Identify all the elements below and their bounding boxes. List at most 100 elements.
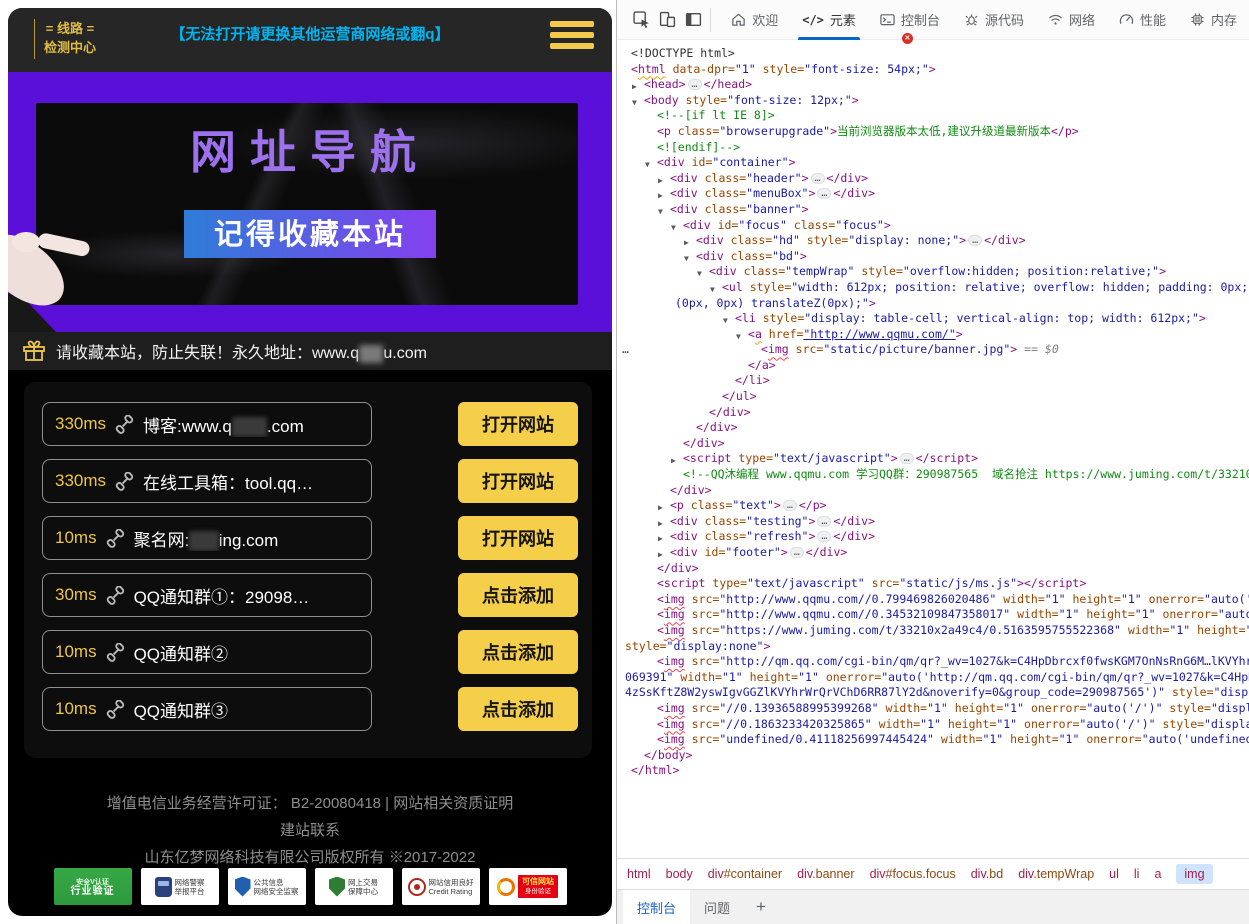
code-line[interactable]: ▶<div id="footer">…</div> xyxy=(617,545,1249,561)
node-menu-icon[interactable]: … xyxy=(622,342,630,358)
open-site-button[interactable]: 点击添加 xyxy=(458,573,578,617)
code-line[interactable]: ▼<div id="focus" class="focus"> xyxy=(617,218,1249,234)
code-line[interactable]: <img src="https://www.juming.com/t/33210… xyxy=(617,623,1249,639)
code-line[interactable]: <script type="text/javascript" src="stat… xyxy=(617,576,1249,592)
green-shield-badge[interactable]: 网上交易保障中心 xyxy=(315,868,393,905)
breadcrumb-item[interactable]: body xyxy=(666,867,693,881)
code-line[interactable]: </div> xyxy=(617,420,1249,436)
code-line[interactable]: </div> xyxy=(617,405,1249,421)
code-line[interactable]: <p class="browserupgrade">当前浏览器版本太低,建议升级… xyxy=(617,124,1249,140)
code-line[interactable]: <!DOCTYPE html> xyxy=(617,46,1249,62)
code-line[interactable]: </ul> xyxy=(617,389,1249,405)
code-line[interactable]: ▶<p class="text">…</p> xyxy=(617,498,1249,514)
link-box[interactable]: 330ms博客:www.qqmu.com xyxy=(42,402,372,446)
breadcrumb-item[interactable]: a xyxy=(1154,867,1161,881)
tab-sources[interactable]: 源代码 xyxy=(952,0,1036,40)
code-line[interactable]: </body> xyxy=(617,748,1249,764)
code-line[interactable]: …<img src="static/picture/banner.jpg"> =… xyxy=(617,342,1249,358)
code-line[interactable]: <img src="undefined/0.41118256997445424"… xyxy=(617,732,1249,748)
link-box[interactable]: 10msQQ通知群② xyxy=(42,630,372,674)
breadcrumb-item[interactable]: html xyxy=(627,867,651,881)
breadcrumb-item[interactable]: li xyxy=(1134,867,1140,881)
link-box[interactable]: 330ms在线工具箱：tool.qq… xyxy=(42,459,372,503)
footer-contact[interactable]: 建站联系 xyxy=(8,817,612,844)
breadcrumb: html body div#container div.banner div#focus… xyxy=(617,858,1249,889)
breadcrumb-item[interactable]: div.banner xyxy=(797,867,854,881)
link-box[interactable]: 10msQQ通知群③ xyxy=(42,687,372,731)
link-label: QQ通知群③ xyxy=(134,697,228,722)
code-line[interactable]: <img src="http://www.qqmu.com//0.3453210… xyxy=(617,607,1249,623)
drawer-tab-issues[interactable]: 问题 xyxy=(690,890,744,924)
code-line[interactable]: </div> xyxy=(617,436,1249,452)
open-site-button[interactable]: 点击添加 xyxy=(458,687,578,731)
code-line[interactable]: ▶<div class="refresh">…</div> xyxy=(617,529,1249,545)
code-line[interactable]: <img src="//0.13936588995399268" width="… xyxy=(617,701,1249,717)
tab-elements[interactable]: </>元素 xyxy=(790,0,868,40)
link-box[interactable]: 30msQQ通知群①：29098… xyxy=(42,573,372,617)
red-seal-badge[interactable]: 网站信用良好Credit Rating xyxy=(402,868,480,905)
code-line[interactable]: ▶<div class="menuBox">…</div> xyxy=(617,186,1249,202)
open-site-button[interactable]: 打开网站 xyxy=(458,459,578,503)
code-line[interactable]: </li> xyxy=(617,373,1249,389)
code-line[interactable]: ▶<div class="header">…</div> xyxy=(617,171,1249,187)
code-line[interactable]: (0px, 0px) translateZ(0px);"> xyxy=(617,296,1249,312)
code-line[interactable]: ▶<script type="text/javascript">…</scrip… xyxy=(617,451,1249,467)
chain-link-icon xyxy=(115,415,134,434)
devtools-toolbar: 欢迎</>元素✕控制台源代码网络性能内存 xyxy=(617,0,1249,40)
add-drawer-tab-button[interactable]: + xyxy=(744,890,778,924)
memory-icon xyxy=(1190,12,1205,27)
code-line[interactable]: ▼<div class="bd"> xyxy=(617,249,1249,265)
drawer-tab-console[interactable]: 控制台 xyxy=(623,890,690,924)
tab-home[interactable]: 欢迎 xyxy=(719,0,790,40)
code-line[interactable]: </div> xyxy=(617,483,1249,499)
police-badge[interactable]: 网络警察举报平台 xyxy=(141,868,219,905)
tab-memory[interactable]: 内存 xyxy=(1178,0,1249,40)
breadcrumb-item[interactable]: img xyxy=(1176,864,1212,884)
breadcrumb-item[interactable]: div#focus.focus xyxy=(870,867,956,881)
code-line[interactable]: ▼<body style="font-size: 12px;"> xyxy=(617,93,1249,109)
code-line[interactable]: ▼<div class="tempWrap" style="overflow:h… xyxy=(617,264,1249,280)
code-line[interactable]: </a> xyxy=(617,358,1249,374)
code-line[interactable]: <!--QQ沐编程 www.qqmu.com 学习QQ群：290987565 域… xyxy=(617,467,1249,483)
dock-side-icon[interactable] xyxy=(681,5,707,35)
tab-network[interactable]: 网络 xyxy=(1036,0,1107,40)
code-line[interactable]: ▼<li style="display: table-cell; vertica… xyxy=(617,311,1249,327)
orange-swirl-badge[interactable]: 可信网站身份验证 xyxy=(489,868,567,905)
code-line[interactable]: 069391" width="1" height="1" onerror="au… xyxy=(617,670,1249,686)
code-line[interactable]: <![endif]--> xyxy=(617,140,1249,156)
breadcrumb-item[interactable]: div.bd xyxy=(971,867,1003,881)
code-line[interactable]: ▶<div class="hd" style="display: none;">… xyxy=(617,233,1249,249)
code-line[interactable]: style="display:none"> xyxy=(617,639,1249,655)
code-line[interactable]: <img src="http://qm.qq.com/cgi-bin/qm/qr… xyxy=(617,654,1249,670)
code-line[interactable]: <img src="http://www.qqmu.com//0.7994698… xyxy=(617,592,1249,608)
code-line[interactable]: 4zSsKftZ8W2yswIgvGGZlKVYhrWrQrVChD6RR87l… xyxy=(617,685,1249,701)
code-line[interactable]: ▼<div id="container"> xyxy=(617,155,1249,171)
code-line[interactable]: <!--[if lt IE 8]> xyxy=(617,108,1249,124)
open-site-button[interactable]: 打开网站 xyxy=(458,402,578,446)
code-line[interactable]: <html data-dpr="1" style="font-size: 54p… xyxy=(617,62,1249,78)
inspect-icon[interactable] xyxy=(629,5,655,35)
breadcrumb-item[interactable]: div#container xyxy=(708,867,782,881)
code-line[interactable]: <img src="//0.1863233420325865" width="1… xyxy=(617,717,1249,733)
elements-icon: </> xyxy=(802,13,824,27)
code-line[interactable]: ▼<a href="http://www.qqmu.com/"> xyxy=(617,327,1249,343)
tab-console[interactable]: ✕控制台 xyxy=(868,0,952,40)
code-line[interactable]: </div> xyxy=(617,561,1249,577)
code-line[interactable]: </html> xyxy=(617,763,1249,779)
tab-performance[interactable]: 性能 xyxy=(1107,0,1178,40)
code-line[interactable]: ▼<ul style="width: 612px; position: rela… xyxy=(617,280,1249,296)
breadcrumb-item[interactable]: div.tempWrap xyxy=(1018,867,1094,881)
link-box[interactable]: 10ms聚名网:juming.com xyxy=(42,516,372,560)
blue-shield-badge[interactable]: 公共信息网络安全监察 xyxy=(228,868,306,905)
code-line[interactable]: ▶<div class="testing">…</div> xyxy=(617,514,1249,530)
open-site-button[interactable]: 点击添加 xyxy=(458,630,578,674)
banner[interactable]: 网址导航 记得收藏本站 xyxy=(8,72,612,332)
code-line[interactable]: ▶<head>…</head> xyxy=(617,77,1249,93)
open-site-button[interactable]: 打开网站 xyxy=(458,516,578,560)
code-line[interactable]: ▼<div class="banner"> xyxy=(617,202,1249,218)
breadcrumb-item[interactable]: ul xyxy=(1109,867,1119,881)
green-ribbon-badge[interactable]: 安全V认证行业验证 xyxy=(54,868,132,905)
menu-icon[interactable] xyxy=(550,21,594,49)
device-emulation-icon[interactable] xyxy=(655,5,681,35)
certification-badges: 安全V认证行业验证网络警察举报平台公共信息网络安全监察网上交易保障中心网站信用良… xyxy=(8,868,612,905)
